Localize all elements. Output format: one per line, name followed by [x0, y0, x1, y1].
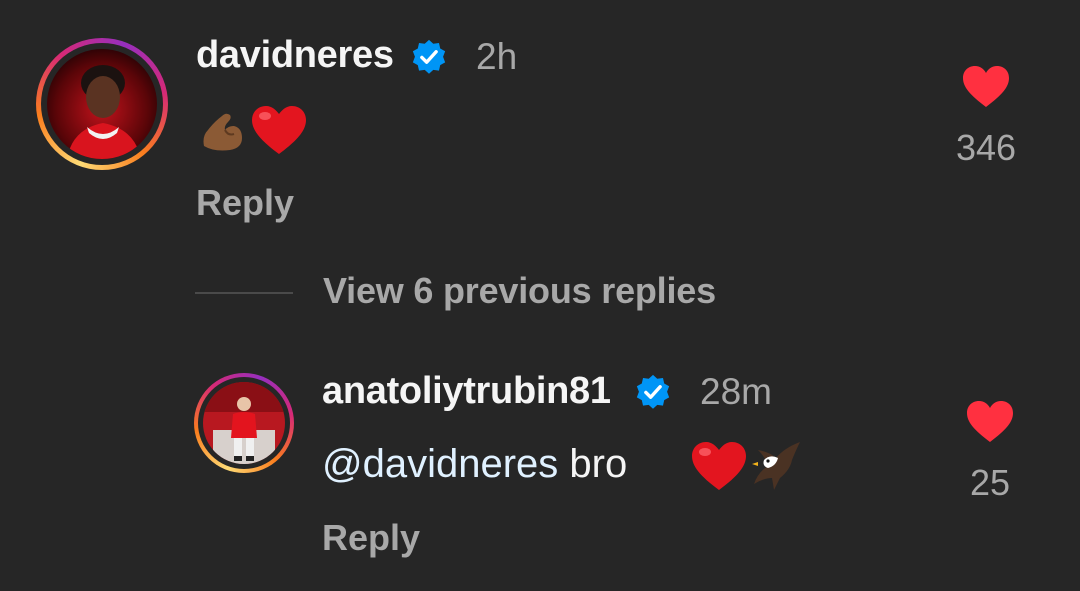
flexed-biceps-emoji	[203, 113, 242, 151]
comment-body: @davidneres bro	[322, 442, 627, 487]
comment-timestamp: 28m	[700, 371, 772, 412]
thread-divider	[195, 292, 293, 294]
avatar-story-ring[interactable]	[36, 38, 168, 170]
eagle-emoji	[752, 442, 800, 490]
verified-badge-icon	[636, 374, 670, 409]
username[interactable]: davidneres	[196, 34, 394, 77]
mention-link[interactable]: @davidneres	[322, 442, 558, 486]
view-previous-replies-button[interactable]: View 6 previous replies	[323, 270, 716, 312]
reply-button[interactable]: Reply	[196, 182, 294, 224]
red-heart-emoji	[692, 442, 746, 490]
like-heart-icon[interactable]	[966, 400, 1014, 444]
like-count: 25	[969, 462, 1011, 503]
red-heart-emoji	[252, 106, 306, 154]
avatar	[203, 382, 285, 464]
comment-timestamp: 2h	[476, 36, 518, 77]
like-heart-icon[interactable]	[962, 65, 1010, 109]
verified-badge-icon	[412, 39, 446, 74]
comments-thread: davidneres 2h Reply 346 View 6 previous …	[0, 0, 1080, 591]
comment-text: bro	[558, 442, 628, 486]
avatar-story-ring[interactable]	[194, 373, 294, 473]
like-count: 346	[955, 127, 1017, 168]
reply-button[interactable]: Reply	[322, 517, 420, 559]
username[interactable]: anatoliytrubin81	[322, 370, 611, 413]
avatar	[47, 49, 157, 159]
